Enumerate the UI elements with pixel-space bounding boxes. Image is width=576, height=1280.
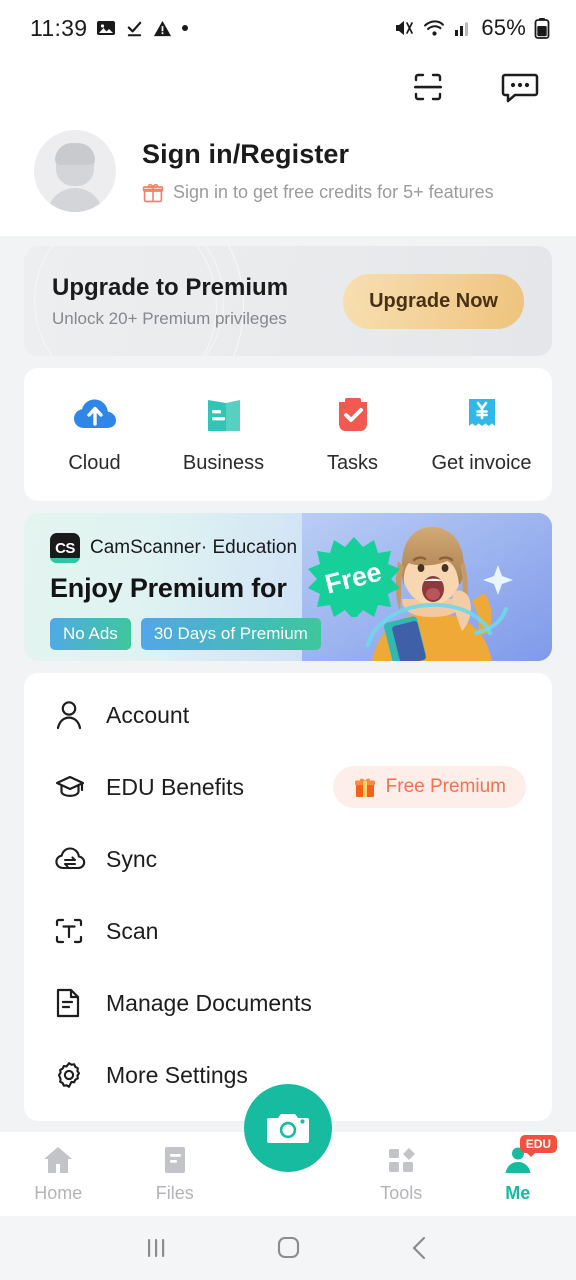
quick-action-tasks[interactable]: Tasks [288,394,417,475]
menu-item-label: Account [106,701,190,728]
profile-subtitle: Sign in to get free credits for 5+ featu… [173,182,494,202]
android-navigation-bar [0,1216,576,1280]
menu-item-label: Manage Documents [106,989,312,1016]
quick-action-invoice[interactable]: Get invoice [417,394,546,475]
menu-item-label: More Settings [106,1061,248,1088]
status-time: 11:39 [30,14,88,41]
nav-label: Home [34,1183,83,1203]
status-bar-left: 11:39 [30,15,189,42]
brand-name: CamScanner· [90,537,208,558]
gear-icon [54,1060,100,1090]
nav-label: Tools [380,1183,423,1203]
free-premium-badge[interactable]: Free Premium [332,766,526,808]
signal-icon [453,18,473,38]
messages-icon[interactable] [500,67,540,107]
premium-banner[interactable]: Upgrade to Premium Unlock 20+ Premium pr… [24,246,552,356]
nav-item-tools[interactable]: Tools [343,1144,460,1204]
gift-icon [142,182,164,204]
nav-item-home[interactable]: Home [0,1144,117,1204]
edu-promo-banner[interactable]: Free CS CamScanner· Education Enjoy Prem… [24,513,552,661]
edu-brand-label: CamScanner· Education [90,537,297,559]
edu-banner-content: CS CamScanner· Education Enjoy Premium f… [50,533,321,650]
download-complete-icon [125,19,144,38]
image-icon [96,18,116,38]
quick-action-label: Get invoice [431,452,532,474]
menu-item-sync[interactable]: Sync [24,823,552,895]
status-bar-right: 65% [393,15,550,41]
nav-label: Me [505,1183,531,1203]
sign-in-title[interactable]: Sign in/Register [142,139,494,170]
quick-action-label: Business [182,452,265,474]
edu-badge: EDU [519,1135,558,1157]
tag-no-ads: No Ads [50,618,131,650]
scan-text-icon [54,916,100,946]
profile-subtitle-row: Sign in to get free credits for 5+ featu… [142,182,494,204]
premium-subheading: Unlock 20+ Premium privileges [52,308,287,328]
nav-label: Files [155,1183,194,1203]
cloud-upload-icon [70,394,120,436]
menu-item-edu-benefits[interactable]: EDU Benefits Free Premium [24,751,552,823]
sync-cloud-icon [54,844,100,874]
battery-icon [534,17,550,39]
home-square-icon[interactable] [258,1223,318,1273]
graduation-cap-icon [54,771,100,803]
files-icon [159,1144,191,1176]
edu-headline: Enjoy Premium for [50,573,287,603]
business-doc-icon [202,394,246,436]
brand-category: Education [212,537,298,558]
edu-tags: No Ads 30 Days of Premium [50,618,321,650]
back-chevron-icon[interactable] [390,1223,450,1273]
avatar[interactable] [34,130,116,212]
menu-item-scan[interactable]: Scan [24,895,552,967]
nav-item-files[interactable]: Files [117,1144,234,1204]
warning-icon [153,19,172,38]
free-burst-badge: Free [308,537,400,617]
menu-item-label: Sync [106,845,158,872]
premium-heading: Upgrade to Premium [52,273,289,301]
quick-action-label: Tasks [326,452,379,474]
premium-texts: Upgrade to Premium Unlock 20+ Premium pr… [52,274,288,329]
camscanner-logo-icon: CS [50,533,80,563]
top-action-bar [0,56,576,118]
menu-item-label: Scan [106,917,159,944]
status-bar: 11:39 65% [0,0,576,56]
free-premium-text: Free Premium [385,776,506,797]
person-icon [54,699,100,731]
app-screen: 11:39 65% Sign in/Register Sign in to ge… [0,0,576,1280]
recents-icon[interactable] [126,1223,186,1273]
document-icon [54,987,100,1019]
menu-item-account[interactable]: Account [24,679,552,751]
mute-icon [393,18,415,38]
scan-split-icon[interactable] [408,67,448,107]
quick-action-cloud[interactable]: Cloud [30,394,159,475]
gift-box-icon [353,775,377,799]
logo-text: CS [55,539,75,557]
edu-brand-row: CS CamScanner· Education [50,533,321,563]
tasks-check-icon [331,394,375,436]
quick-action-label: Cloud [68,452,121,474]
menu-item-label: EDU Benefits [106,773,245,800]
settings-menu-card: Account EDU Benefits Free Premium Sync S… [24,673,552,1121]
camera-icon [267,1114,309,1143]
tools-grid-icon [385,1144,417,1176]
quick-actions-card: Cloud Business Tasks Get invoice [24,368,552,501]
profile-texts: Sign in/Register Sign in to get free cre… [142,139,494,204]
menu-item-manage-documents[interactable]: Manage Documents [24,967,552,1039]
battery-percent: 65% [481,15,526,40]
nav-item-me[interactable]: EDU Me [460,1135,576,1204]
wifi-icon [423,18,445,38]
camera-capture-button[interactable] [244,1084,332,1172]
dot-icon [181,24,189,32]
profile-header[interactable]: Sign in/Register Sign in to get free cre… [0,118,576,236]
tag-30-days: 30 Days of Premium [140,618,321,650]
avatar-body [47,188,103,212]
avatar-hair [55,143,95,165]
home-icon [41,1144,75,1176]
me-icon-wrapper: EDU [502,1135,558,1176]
quick-action-business[interactable]: Business [159,394,288,475]
upgrade-now-button[interactable]: Upgrade Now [343,273,524,329]
invoice-yen-icon [461,394,503,436]
